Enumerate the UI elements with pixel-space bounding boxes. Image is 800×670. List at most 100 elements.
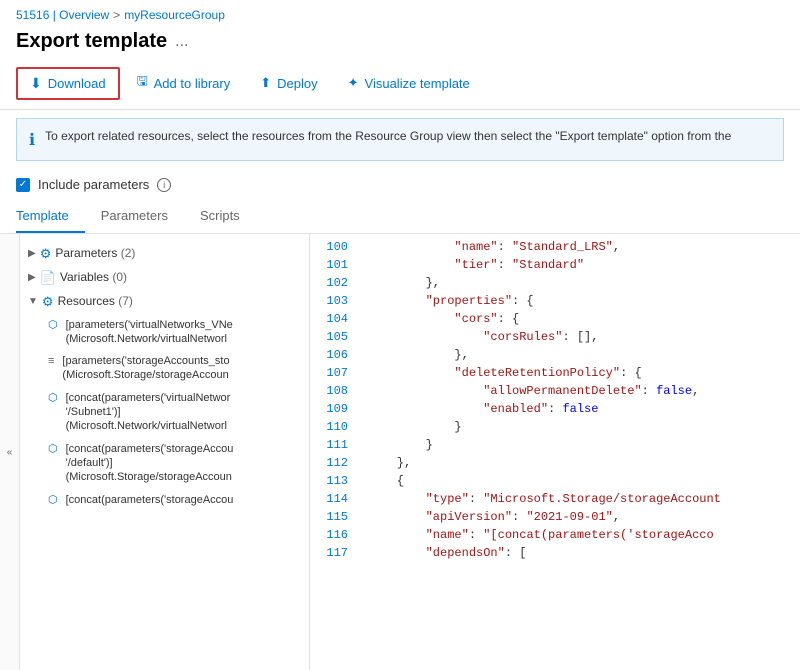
library-icon: 🖫 bbox=[137, 72, 148, 94]
tree-item-parameters[interactable]: ▶ ⚙ Parameters (2) bbox=[20, 242, 309, 266]
collapse-icon: « bbox=[7, 447, 13, 458]
line-113: 113 bbox=[310, 472, 360, 490]
code-line-115: "apiVersion": "2021-09-01", bbox=[360, 508, 800, 526]
banner-text: To export related resources, select the … bbox=[45, 129, 731, 143]
code-line-110: } bbox=[360, 418, 800, 436]
storage-item-label-1: [parameters('storageAccounts_sto(Microso… bbox=[62, 354, 229, 383]
resource-item-1[interactable]: ≡ [parameters('storageAccounts_sto(Micro… bbox=[20, 351, 309, 386]
breadcrumb-sep: > bbox=[113, 8, 120, 22]
tab-parameters[interactable]: Parameters bbox=[101, 200, 184, 233]
line-114: 114 bbox=[310, 490, 360, 508]
storage-item-label-4: [concat(parameters('storageAccou bbox=[66, 493, 234, 507]
code-line-112: }, bbox=[360, 454, 800, 472]
breadcrumb-part1[interactable]: 51516 | Overview bbox=[16, 8, 109, 22]
line-112: 112 bbox=[310, 454, 360, 472]
line-105: 105 bbox=[310, 328, 360, 346]
left-panel: ▶ ⚙ Parameters (2) ▶ 📄 Variables (0) ▼ ⚙… bbox=[20, 234, 310, 670]
tree-item-variables[interactable]: ▶ 📄 Variables (0) bbox=[20, 266, 309, 290]
line-116: 116 bbox=[310, 526, 360, 544]
line-115: 115 bbox=[310, 508, 360, 526]
add-library-button[interactable]: 🖫 Add to library bbox=[124, 65, 244, 101]
info-icon: ℹ bbox=[29, 130, 35, 150]
code-line-102: }, bbox=[360, 274, 800, 292]
visualize-button[interactable]: ✦ Visualize template bbox=[335, 68, 483, 98]
code-line-107: "deleteRetentionPolicy": { bbox=[360, 364, 800, 382]
resources-icon: ⚙ bbox=[42, 293, 54, 311]
resource-item-0[interactable]: ⬡ [parameters('virtualNetworks_VNe(Micro… bbox=[20, 315, 309, 350]
resources-label: Resources (7) bbox=[58, 293, 133, 310]
tab-scripts[interactable]: Scripts bbox=[200, 200, 256, 233]
storage-icon-3: ⬡ bbox=[48, 442, 58, 457]
code-line-109: "enabled": false bbox=[360, 400, 800, 418]
line-102: 102 bbox=[310, 274, 360, 292]
code-line-116: "name": "[concat(parameters('storageAcco bbox=[360, 526, 800, 544]
code-line-106: }, bbox=[360, 346, 800, 364]
resource-item-2[interactable]: ⬡ [concat(parameters('virtualNetwor'/Sub… bbox=[20, 388, 309, 437]
main-content: « ▶ ⚙ Parameters (2) ▶ 📄 Variables (0) ▼… bbox=[0, 234, 800, 670]
line-109: 109 bbox=[310, 400, 360, 418]
line-101: 101 bbox=[310, 256, 360, 274]
include-params-info[interactable]: i bbox=[157, 178, 171, 192]
code-line-105: "corsRules": [], bbox=[360, 328, 800, 346]
info-banner: ℹ To export related resources, select th… bbox=[16, 118, 784, 161]
download-label: Download bbox=[48, 76, 106, 91]
line-106: 106 bbox=[310, 346, 360, 364]
breadcrumb-part2[interactable]: myResourceGroup bbox=[124, 8, 225, 22]
deploy-label: Deploy bbox=[277, 76, 317, 91]
line-108: 108 bbox=[310, 382, 360, 400]
deploy-icon: ⬆ bbox=[260, 75, 271, 91]
line-numbers: 100 101 102 103 104 105 106 107 108 109 … bbox=[310, 234, 360, 566]
code-line-117: "dependsOn": [ bbox=[360, 544, 800, 562]
line-107: 107 bbox=[310, 364, 360, 382]
line-100: 100 bbox=[310, 238, 360, 256]
vnet-item-label: [parameters('virtualNetworks_VNe(Microso… bbox=[66, 318, 233, 347]
code-line-100: "name": "Standard_LRS", bbox=[360, 238, 800, 256]
code-line-101: "tier": "Standard" bbox=[360, 256, 800, 274]
storage-icon-1: ≡ bbox=[48, 354, 54, 369]
code-line-104: "cors": { bbox=[360, 310, 800, 328]
chevron-right-icon: ▶ bbox=[28, 247, 36, 261]
vars-icon: 📄 bbox=[40, 269, 56, 287]
tab-template[interactable]: Template bbox=[16, 200, 85, 233]
storage-icon-4: ⬡ bbox=[48, 493, 58, 508]
download-button[interactable]: ⬇ Download bbox=[16, 67, 120, 100]
line-117: 117 bbox=[310, 544, 360, 562]
deploy-button[interactable]: ⬆ Deploy bbox=[247, 68, 330, 98]
vnet-icon: ⬡ bbox=[48, 318, 58, 333]
line-104: 104 bbox=[310, 310, 360, 328]
tree-item-resources[interactable]: ▼ ⚙ Resources (7) bbox=[20, 290, 309, 314]
code-line-108: "allowPermanentDelete": false, bbox=[360, 382, 800, 400]
collapse-panel[interactable]: « bbox=[0, 234, 20, 670]
chevron-right-icon-vars: ▶ bbox=[28, 271, 36, 285]
code-lines: "name": "Standard_LRS", "tier": "Standar… bbox=[360, 234, 800, 566]
toolbar: ⬇ Download 🖫 Add to library ⬆ Deploy ✦ V… bbox=[0, 61, 800, 110]
include-params-checkbox[interactable] bbox=[16, 178, 30, 192]
visualize-icon: ✦ bbox=[348, 75, 359, 91]
vnet-icon-2: ⬡ bbox=[48, 391, 58, 406]
right-panel: 100 101 102 103 104 105 106 107 108 109 … bbox=[310, 234, 800, 670]
page-header: Export template ... bbox=[0, 26, 800, 61]
download-icon: ⬇ bbox=[30, 75, 42, 92]
code-line-111: } bbox=[360, 436, 800, 454]
vars-label: Variables (0) bbox=[60, 269, 127, 286]
code-line-113: { bbox=[360, 472, 800, 490]
include-params-label: Include parameters bbox=[38, 177, 149, 192]
line-103: 103 bbox=[310, 292, 360, 310]
params-icon: ⚙ bbox=[40, 245, 52, 263]
chevron-down-icon-res: ▼ bbox=[28, 295, 38, 309]
tabs-bar: Template Parameters Scripts bbox=[0, 200, 800, 234]
code-line-114: "type": "Microsoft.Storage/storageAccoun… bbox=[360, 490, 800, 508]
vnet-item-label-2: [concat(parameters('virtualNetwor'/Subne… bbox=[66, 391, 231, 434]
resource-item-3[interactable]: ⬡ [concat(parameters('storageAccou'/defa… bbox=[20, 439, 309, 488]
ellipsis-menu[interactable]: ... bbox=[175, 33, 188, 51]
resource-item-4[interactable]: ⬡ [concat(parameters('storageAccou bbox=[20, 490, 309, 511]
line-111: 111 bbox=[310, 436, 360, 454]
params-label: Parameters (2) bbox=[55, 245, 135, 262]
storage-item-label-3: [concat(parameters('storageAccou'/defaul… bbox=[66, 442, 234, 485]
breadcrumb: 51516 | Overview > myResourceGroup bbox=[0, 0, 800, 26]
include-params-row: Include parameters i bbox=[0, 169, 800, 200]
line-110: 110 bbox=[310, 418, 360, 436]
page-title: Export template bbox=[16, 30, 167, 53]
visualize-label: Visualize template bbox=[365, 76, 470, 91]
code-area: 100 101 102 103 104 105 106 107 108 109 … bbox=[310, 234, 800, 566]
